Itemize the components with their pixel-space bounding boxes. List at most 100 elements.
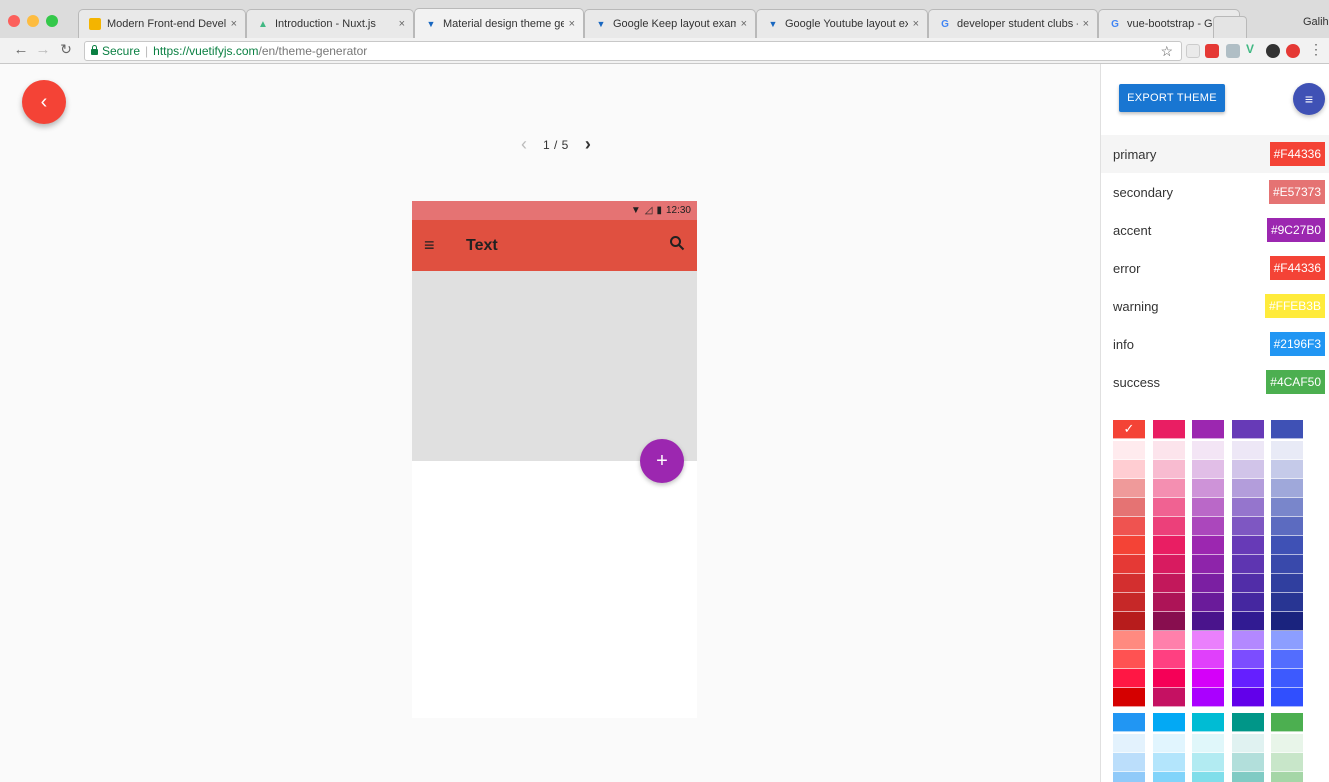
palette-shade-swatch[interactable]: [1232, 593, 1264, 612]
palette-shade-swatch[interactable]: [1271, 460, 1303, 479]
palette-base-swatch[interactable]: [1192, 420, 1224, 439]
new-tab-button[interactable]: [1213, 16, 1247, 38]
palette-shade-swatch[interactable]: [1192, 555, 1224, 574]
palette-shade-swatch[interactable]: [1153, 593, 1185, 612]
theme-row-info[interactable]: info #2196F3: [1101, 325, 1329, 363]
palette-shade-swatch[interactable]: [1153, 479, 1185, 498]
theme-row-warning[interactable]: warning #FFEB3B: [1101, 287, 1329, 325]
palette-shade-swatch[interactable]: [1271, 734, 1303, 753]
palette-shade-swatch[interactable]: [1271, 650, 1303, 669]
palette-shade-swatch[interactable]: [1192, 460, 1224, 479]
palette-shade-swatch[interactable]: [1153, 555, 1185, 574]
browser-tab[interactable]: Gdeveloper student clubs - G ×: [928, 9, 1098, 38]
extension-icon-3[interactable]: [1226, 44, 1240, 58]
palette-shade-swatch[interactable]: [1113, 650, 1145, 669]
chrome-menu-icon[interactable]: ⋮: [1307, 41, 1325, 58]
palette-shade-swatch[interactable]: [1113, 593, 1145, 612]
palette-shade-swatch[interactable]: [1232, 479, 1264, 498]
palette-base-swatch[interactable]: [1153, 713, 1185, 732]
palette-base-swatch[interactable]: ✓: [1113, 420, 1145, 439]
palette-shade-swatch[interactable]: [1192, 772, 1224, 782]
palette-shade-swatch[interactable]: [1192, 631, 1224, 650]
palette-shade-swatch[interactable]: [1232, 650, 1264, 669]
palette-base-swatch[interactable]: [1232, 420, 1264, 439]
theme-row-primary[interactable]: primary #F44336: [1101, 135, 1329, 173]
palette-shade-swatch[interactable]: [1192, 650, 1224, 669]
palette-shade-swatch[interactable]: [1271, 688, 1303, 707]
back-button[interactable]: ‹: [22, 80, 66, 124]
palette-shade-swatch[interactable]: [1113, 536, 1145, 555]
palette-shade-swatch[interactable]: [1232, 612, 1264, 631]
palette-shade-swatch[interactable]: [1232, 734, 1264, 753]
palette-base-swatch[interactable]: [1153, 420, 1185, 439]
theme-row-secondary[interactable]: secondary #E57373: [1101, 173, 1329, 211]
palette-shade-swatch[interactable]: [1113, 669, 1145, 688]
palette-shade-swatch[interactable]: [1271, 441, 1303, 460]
palette-shade-swatch[interactable]: [1271, 753, 1303, 772]
phone-add-fab[interactable]: +: [640, 439, 684, 483]
maximize-window-icon[interactable]: [46, 15, 58, 27]
palette-shade-swatch[interactable]: [1271, 498, 1303, 517]
profile-name[interactable]: Galih: [1303, 16, 1329, 28]
palette-shade-swatch[interactable]: [1232, 536, 1264, 555]
palette-shade-swatch[interactable]: [1153, 612, 1185, 631]
theme-color-swatch[interactable]: #F44336: [1269, 256, 1325, 280]
back-arrow-icon[interactable]: ←: [12, 41, 30, 58]
extension-icon-6[interactable]: [1286, 44, 1300, 58]
palette-shade-swatch[interactable]: [1271, 517, 1303, 536]
palette-shade-swatch[interactable]: [1153, 772, 1185, 782]
reload-icon[interactable]: ↻: [57, 41, 75, 58]
palette-shade-swatch[interactable]: [1192, 593, 1224, 612]
palette-shade-swatch[interactable]: [1113, 479, 1145, 498]
palette-shade-swatch[interactable]: [1153, 536, 1185, 555]
palette-shade-swatch[interactable]: [1271, 612, 1303, 631]
palette-shade-swatch[interactable]: [1192, 734, 1224, 753]
search-icon[interactable]: [669, 235, 685, 256]
palette-shade-swatch[interactable]: [1232, 498, 1264, 517]
palette-shade-swatch[interactable]: [1232, 441, 1264, 460]
browser-tab[interactable]: ▲ Introduction - Nuxt.js ×: [246, 9, 414, 38]
theme-color-swatch[interactable]: #9C27B0: [1266, 218, 1325, 242]
palette-shade-swatch[interactable]: [1113, 734, 1145, 753]
vue-devtools-icon[interactable]: V: [1246, 42, 1260, 56]
browser-tab[interactable]: ▼ Google Youtube layout exam ×: [756, 9, 928, 38]
tab-close-icon[interactable]: ×: [741, 18, 747, 30]
tab-close-icon[interactable]: ×: [569, 18, 575, 30]
browser-tab[interactable]: ▼ Google Keep layout example ×: [584, 9, 756, 38]
hamburger-menu-icon[interactable]: ≡: [424, 235, 446, 256]
forward-arrow-icon[interactable]: →: [34, 41, 52, 58]
palette-shade-swatch[interactable]: [1192, 498, 1224, 517]
browser-tab[interactable]: ▼ Material design theme gener ×: [414, 8, 584, 38]
palette-shade-swatch[interactable]: [1232, 460, 1264, 479]
palette-base-swatch[interactable]: [1232, 713, 1264, 732]
palette-shade-swatch[interactable]: [1113, 498, 1145, 517]
extension-icon-1[interactable]: [1186, 44, 1200, 58]
palette-shade-swatch[interactable]: [1113, 555, 1145, 574]
palette-shade-swatch[interactable]: [1192, 536, 1224, 555]
palette-shade-swatch[interactable]: [1113, 574, 1145, 593]
prev-layout-chevron-icon[interactable]: ‹: [517, 134, 531, 155]
palette-shade-swatch[interactable]: [1153, 650, 1185, 669]
palette-shade-swatch[interactable]: [1271, 555, 1303, 574]
browser-tab[interactable]: Modern Front-end Developm ×: [78, 9, 246, 38]
palette-shade-swatch[interactable]: [1153, 669, 1185, 688]
palette-shade-swatch[interactable]: [1271, 772, 1303, 782]
theme-row-accent[interactable]: accent #9C27B0: [1101, 211, 1329, 249]
extension-icon-2[interactable]: [1205, 44, 1219, 58]
palette-shade-swatch[interactable]: [1153, 734, 1185, 753]
palette-shade-swatch[interactable]: [1232, 688, 1264, 707]
palette-shade-swatch[interactable]: [1113, 772, 1145, 782]
export-theme-button[interactable]: EXPORT THEME: [1119, 84, 1225, 112]
minimize-window-icon[interactable]: [27, 15, 39, 27]
tab-close-icon[interactable]: ×: [1083, 18, 1089, 30]
bookmark-star-icon[interactable]: ☆: [1160, 43, 1173, 60]
palette-shade-swatch[interactable]: [1232, 574, 1264, 593]
theme-color-swatch[interactable]: #2196F3: [1269, 332, 1325, 356]
palette-base-swatch[interactable]: [1192, 713, 1224, 732]
palette-shade-swatch[interactable]: [1113, 631, 1145, 650]
palette-shade-swatch[interactable]: [1232, 753, 1264, 772]
palette-shade-swatch[interactable]: [1271, 574, 1303, 593]
next-layout-chevron-icon[interactable]: ›: [581, 134, 595, 155]
theme-color-swatch[interactable]: #F44336: [1269, 142, 1325, 166]
palette-shade-swatch[interactable]: [1192, 688, 1224, 707]
